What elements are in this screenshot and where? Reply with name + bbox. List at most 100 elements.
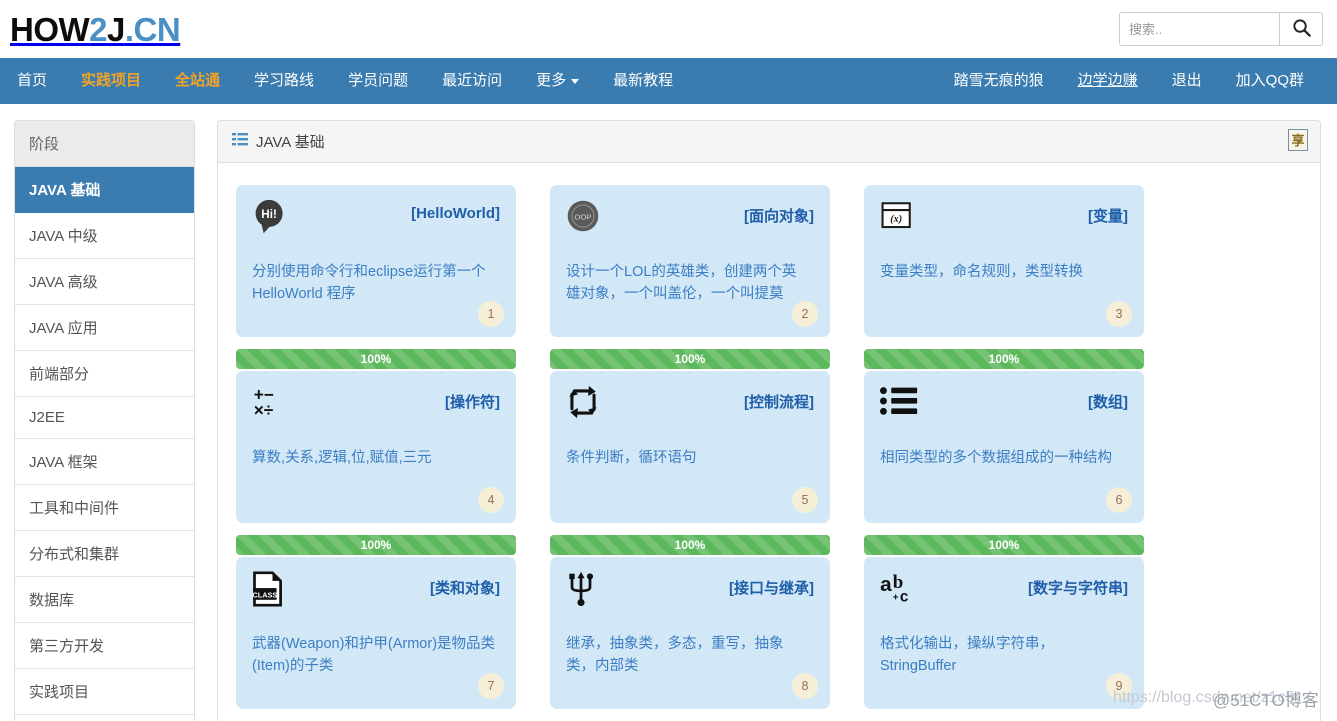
course-card-array[interactable]: [数组] 相同类型的多个数据组成的一种结构 6 <box>864 371 1144 523</box>
search-icon <box>1292 18 1311 40</box>
site-logo[interactable]: HOW2J.CN <box>8 10 181 48</box>
nav-link-recent[interactable]: 最近访问 <box>425 58 519 104</box>
math-operators-icon: +− ×÷ <box>252 384 296 429</box>
card-title: [HelloWorld] <box>411 205 500 222</box>
progress-bar: 100% <box>550 535 830 555</box>
nav-link-questions[interactable]: 学员问题 <box>331 58 425 104</box>
course-card-number-string[interactable]: a b + c [数字与字符串] 格式化输出，操纵字符串，StringBuffe… <box>864 557 1144 709</box>
course-cell: [接口与继承] 继承，抽象类，多态，重写，抽象类，内部类 8 100% <box>550 557 830 721</box>
sidebar-item-java-advanced[interactable]: JAVA 高级 <box>15 259 194 305</box>
course-cell: +− ×÷ [操作符] 算数,关系,逻辑,位,赋值,三元 4 100% <box>236 371 516 555</box>
nav-item: 加入QQ群 <box>1219 58 1321 104</box>
course-panel: JAVA 基础 享 Hi! [HelloWorld] 分别使用命令行和eclip… <box>217 120 1321 721</box>
card-number-badge: 4 <box>478 487 504 513</box>
logo-part-how: HOW <box>10 10 90 48</box>
card-title: [变量] <box>1088 208 1128 225</box>
svg-text:Hi!: Hi! <box>261 208 277 221</box>
progress-track: 100% <box>236 349 516 369</box>
sidebar-item-java-mid[interactable]: JAVA 中级 <box>15 213 194 259</box>
course-cell: a b + c [数字与字符串] 格式化输出，操纵字符串，StringBuffe… <box>864 557 1144 721</box>
card-description: 变量类型，命名规则，类型转换 <box>880 264 1083 280</box>
card-number-badge: 6 <box>1106 487 1132 513</box>
card-number-badge: 5 <box>792 487 818 513</box>
nav-link-learnpath[interactable]: 学习路线 <box>237 58 331 104</box>
main-navigation: 首页 实践项目 全站通 学习路线 学员问题 最近访问 更多 最新教程 踏雪无痕的… <box>0 58 1337 104</box>
card-description: 继承，抽象类，多态，重写，抽象类，内部类 <box>566 636 784 674</box>
course-cell: [数组] 相同类型的多个数据组成的一种结构 6 100% <box>864 371 1144 555</box>
speech-bubble-hi-icon: Hi! <box>252 199 296 243</box>
nav-item: 边学边赚 <box>1061 58 1155 104</box>
card-description: 格式化输出，操纵字符串，StringBuffer <box>880 636 1054 674</box>
course-card-interface-inherit[interactable]: [接口与继承] 继承，抽象类，多态，重写，抽象类，内部类 8 <box>550 557 830 709</box>
sidebar-item-distributed[interactable]: 分布式和集群 <box>15 531 194 577</box>
nav-item: 首页 <box>0 58 64 104</box>
search-button[interactable] <box>1279 12 1323 46</box>
nav-link-more[interactable]: 更多 <box>519 58 596 104</box>
loop-arrows-icon <box>566 385 610 429</box>
nav-link-earn[interactable]: 边学边赚 <box>1061 58 1155 104</box>
svg-text:+: + <box>893 593 899 604</box>
course-card-helloworld[interactable]: Hi! [HelloWorld] 分别使用命令行和eclipse运行第一个 He… <box>236 185 516 337</box>
course-card-controlflow[interactable]: [控制流程] 条件判断，循环语句 5 <box>550 371 830 523</box>
card-number-badge: 3 <box>1106 301 1132 327</box>
top-bar: HOW2J.CN <box>0 0 1337 58</box>
card-title: [接口与继承] <box>729 580 814 597</box>
course-cell: Hi! [HelloWorld] 分别使用命令行和eclipse运行第一个 He… <box>236 185 516 369</box>
sidebar-item-tools[interactable]: 工具和中间件 <box>15 485 194 531</box>
search-input[interactable] <box>1119 12 1279 46</box>
sidebar-item-frontend[interactable]: 前端部分 <box>15 351 194 397</box>
course-card-operators[interactable]: +− ×÷ [操作符] 算数,关系,逻辑,位,赋值,三元 4 <box>236 371 516 523</box>
card-description: 相同类型的多个数据组成的一种结构 <box>880 450 1112 466</box>
logo-part-j: J <box>107 10 125 48</box>
sidebar-item-j2ee[interactable]: J2EE <box>15 397 194 439</box>
card-description: 设计一个LOL的英雄类，创建两个英雄对象，一个叫盖伦，一个叫提莫 <box>566 264 797 302</box>
progress-bar: 100% <box>550 349 830 369</box>
circle-object-icon: OOP <box>566 199 610 243</box>
sidebar-item-interview[interactable]: 面试题 <box>15 715 194 721</box>
sidebar-item-frameworks[interactable]: JAVA 框架 <box>15 439 194 485</box>
share-icon[interactable]: 享 <box>1288 129 1308 151</box>
course-card-class-object[interactable]: CLASS [类和对象] 武器(Weapon)和护甲(Armor)是物品类(It… <box>236 557 516 709</box>
card-top-row: [接口与继承] <box>566 571 814 617</box>
nav-link-allaccess[interactable]: 全站通 <box>158 58 237 104</box>
nav-item: 最近访问 <box>425 58 519 104</box>
card-number-badge: 8 <box>792 673 818 699</box>
card-description: 武器(Weapon)和护甲(Armor)是物品类(Item)的子类 <box>252 636 496 674</box>
course-grid: Hi! [HelloWorld] 分别使用命令行和eclipse运行第一个 He… <box>236 185 1302 721</box>
card-title: [类和对象] <box>430 580 500 597</box>
nav-link-projects[interactable]: 实践项目 <box>64 58 158 104</box>
nav-link-logout[interactable]: 退出 <box>1155 58 1219 104</box>
nav-link-qqgroup[interactable]: 加入QQ群 <box>1219 58 1321 104</box>
card-number-badge: 2 <box>792 301 818 327</box>
sidebar-header: 阶段 <box>15 121 194 167</box>
logo-part-cn: .CN <box>124 10 181 48</box>
course-cell: [控制流程] 条件判断，循环语句 5 100% <box>550 371 830 555</box>
sidebar-item-thirdparty[interactable]: 第三方开发 <box>15 623 194 669</box>
sidebar-item-java-basic[interactable]: JAVA 基础 <box>15 167 194 213</box>
sidebar-item-database[interactable]: 数据库 <box>15 577 194 623</box>
svg-text:×÷: ×÷ <box>254 400 274 419</box>
nav-link-home[interactable]: 首页 <box>0 58 64 104</box>
nav-item: 退出 <box>1155 58 1219 104</box>
page-root: HOW2J.CN 首页 实践项目 全站通 学习路线 学员问题 最近访问 更多 <box>0 0 1337 721</box>
course-card-oop[interactable]: OOP [面向对象] 设计一个LOL的英雄类，创建两个英雄对象，一个叫盖伦，一个… <box>550 185 830 337</box>
nav-link-more-label: 更多 <box>536 72 567 89</box>
card-top-row: [控制流程] <box>566 385 814 431</box>
card-title: [面向对象] <box>744 208 814 225</box>
content-area: 阶段 JAVA 基础 JAVA 中级 JAVA 高级 JAVA 应用 前端部分 … <box>0 104 1337 721</box>
nav-link-username[interactable]: 踏雪无痕的狼 <box>937 58 1061 104</box>
nav-left-list: 首页 实践项目 全站通 学习路线 学员问题 最近访问 更多 最新教程 <box>0 58 690 104</box>
card-top-row: (x) [变量] <box>880 199 1128 245</box>
nav-item: 最新教程 <box>596 58 690 104</box>
progress-bar: 100% <box>864 535 1144 555</box>
sidebar-item-practice[interactable]: 实践项目 <box>15 669 194 715</box>
nav-link-newest[interactable]: 最新教程 <box>596 58 690 104</box>
card-title: [数字与字符串] <box>1028 580 1128 597</box>
nav-item: 全站通 <box>158 58 237 104</box>
progress-track: 100% <box>864 349 1144 369</box>
sidebar-item-java-app[interactable]: JAVA 应用 <box>15 305 194 351</box>
chevron-down-icon <box>571 78 580 84</box>
card-top-row: OOP [面向对象] <box>566 199 814 245</box>
nav-item: 实践项目 <box>64 58 158 104</box>
course-card-variable[interactable]: (x) [变量] 变量类型，命名规则，类型转换 3 <box>864 185 1144 337</box>
